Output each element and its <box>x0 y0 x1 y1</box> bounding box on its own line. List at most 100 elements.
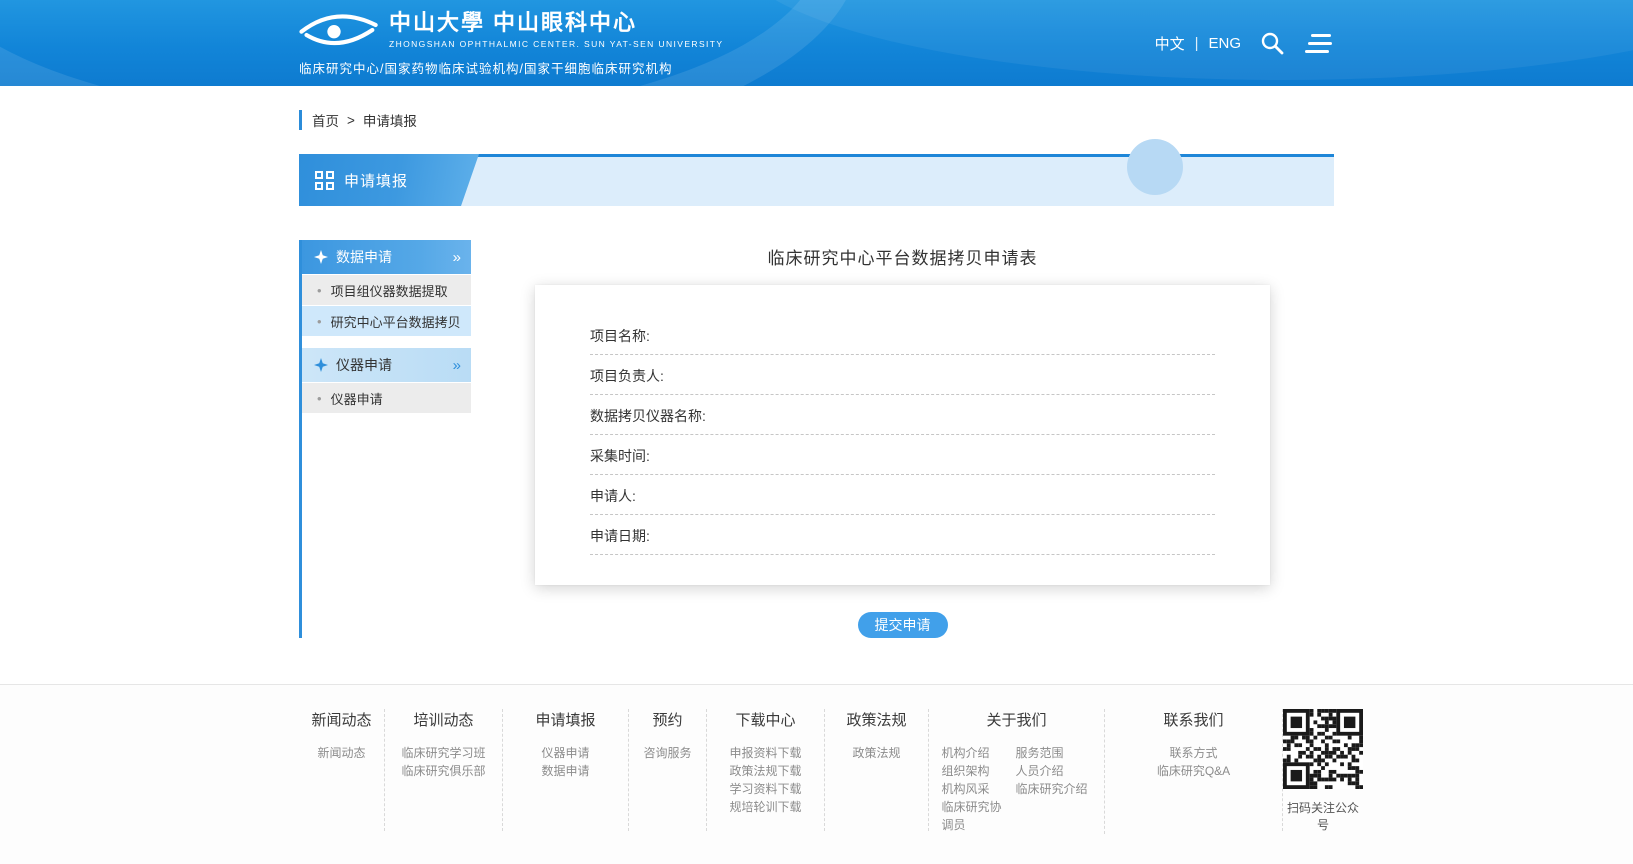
bullet-dot-icon: • <box>317 314 322 329</box>
footer-link[interactable]: 临床研究协调员 <box>942 798 1004 834</box>
footer-col-training: 培训动态 临床研究学习班 临床研究俱乐部 <box>385 709 503 831</box>
four-point-star-icon <box>314 250 328 264</box>
banner-ribbon: 申请填报 <box>299 154 479 206</box>
chevron-double-right-icon: » <box>453 358 461 373</box>
qr-caption: 扫码关注公众号 <box>1283 799 1363 833</box>
banner-circle-decoration <box>1127 139 1183 195</box>
sidebar-item-instrument-request[interactable]: • 仪器申请 <box>302 383 471 413</box>
footer-col-title: 新闻动态 <box>307 709 376 730</box>
site-header: 中山大學中山眼科中心 ZHONGSHAN OPHTHALMIC CENTER. … <box>0 0 1633 86</box>
form-field-application-date[interactable]: 申请日期: <box>590 515 1215 555</box>
header-tagline: 临床研究中心/国家药物临床试验机构/国家干细胞临床研究机构 <box>299 58 723 77</box>
breadcrumb-separator: > <box>347 113 355 128</box>
footer-link[interactable]: 临床研究Q&A <box>1113 762 1274 780</box>
footer-col-about: 关于我们 机构介绍 组织架构 机构风采 临床研究协调员 服务范围 人员介绍 临床… <box>929 709 1105 834</box>
lang-divider: | <box>1195 35 1199 52</box>
sidebar-item-platform-data-copy[interactable]: • 研究中心平台数据拷贝 <box>302 306 471 336</box>
bullet-dot-icon: • <box>317 391 322 406</box>
field-label: 申请人: <box>590 488 636 504</box>
footer-link[interactable]: 机构风采 <box>942 780 1004 798</box>
footer-link[interactable]: 临床研究介绍 <box>1016 780 1092 798</box>
footer-col-contact: 联系我们 联系方式 临床研究Q&A <box>1105 709 1283 831</box>
eye-logo-icon <box>299 9 379 51</box>
footer-col-title: 申请填报 <box>511 709 620 730</box>
footer-link[interactable]: 政策法规下载 <box>715 762 816 780</box>
form-card: 项目名称: 项目负责人: 数据拷贝仪器名称: 采集时间: 申请人: 申请日期: <box>535 285 1270 585</box>
header-actions: 中文 | ENG <box>1155 28 1334 58</box>
footer-about-links: 机构介绍 组织架构 机构风采 临床研究协调员 服务范围 人员介绍 临床研究介绍 <box>942 744 1092 834</box>
field-label: 项目负责人: <box>590 368 664 384</box>
footer-link[interactable]: 数据申请 <box>511 762 620 780</box>
lang-en-link[interactable]: ENG <box>1208 35 1241 52</box>
footer-col-title: 下载中心 <box>715 709 816 730</box>
field-label: 申请日期: <box>590 528 650 544</box>
search-icon <box>1259 30 1285 56</box>
logo-title-part1: 中山大學 <box>389 10 485 35</box>
footer-link[interactable]: 临床研究俱乐部 <box>393 762 494 780</box>
breadcrumb: 首页 > 申请填报 <box>299 110 1334 130</box>
lang-cn-link[interactable]: 中文 <box>1155 33 1185 54</box>
form-title: 临床研究中心平台数据拷贝申请表 <box>471 244 1334 269</box>
footer-link[interactable]: 组织架构 <box>942 762 1004 780</box>
sidebar-item-label: 研究中心平台数据拷贝 <box>331 312 461 331</box>
search-button[interactable] <box>1257 28 1287 58</box>
field-label: 采集时间: <box>590 448 650 464</box>
form-field-project-name[interactable]: 项目名称: <box>590 315 1215 355</box>
field-label: 项目名称: <box>590 328 650 344</box>
footer-link[interactable]: 联系方式 <box>1113 744 1274 762</box>
form-field-instrument-name[interactable]: 数据拷贝仪器名称: <box>590 395 1215 435</box>
qr-code <box>1283 709 1363 789</box>
logo-subtitle-en: ZHONGSHAN OPHTHALMIC CENTER. SUN YAT-SEN… <box>389 39 723 49</box>
site-footer: 新闻动态 新闻动态 培训动态 临床研究学习班 临床研究俱乐部 申请填报 仪器申请… <box>0 684 1633 864</box>
sidebar-group-data-request[interactable]: 数据申请 » <box>302 240 471 274</box>
footer-link[interactable]: 人员介绍 <box>1016 762 1092 780</box>
footer-link[interactable]: 临床研究学习班 <box>393 744 494 762</box>
submit-button[interactable]: 提交申请 <box>858 612 948 638</box>
grid-icon <box>315 171 334 190</box>
footer-link[interactable]: 政策法规 <box>833 744 920 762</box>
language-switcher: 中文 | ENG <box>1155 33 1241 54</box>
footer-link[interactable]: 规培轮训下载 <box>715 798 816 816</box>
sidebar-group-label: 数据申请 <box>336 247 392 267</box>
breadcrumb-current: 申请填报 <box>363 110 417 130</box>
footer-col-application: 申请填报 仪器申请 数据申请 <box>503 709 629 831</box>
footer-link[interactable]: 仪器申请 <box>511 744 620 762</box>
footer-col-booking: 预约 咨询服务 <box>629 709 707 831</box>
footer-col-download: 下载中心 申报资料下载 政策法规下载 学习资料下载 规培轮训下载 <box>707 709 825 831</box>
menu-icon <box>1305 34 1332 53</box>
footer-col-title: 预约 <box>637 709 698 730</box>
form-field-project-leader[interactable]: 项目负责人: <box>590 355 1215 395</box>
footer-col-title: 关于我们 <box>937 709 1096 730</box>
four-point-star-icon <box>314 358 328 372</box>
field-label: 数据拷贝仪器名称: <box>590 408 706 424</box>
sidebar-item-project-instrument-data[interactable]: • 项目组仪器数据提取 <box>302 275 471 305</box>
banner-title: 申请填报 <box>344 170 408 191</box>
section-banner: 申请填报 <box>299 154 1334 206</box>
breadcrumb-home-link[interactable]: 首页 <box>312 110 339 130</box>
sidebar-item-label: 仪器申请 <box>331 389 383 408</box>
sidebar-item-label: 项目组仪器数据提取 <box>331 281 448 300</box>
footer-link[interactable]: 服务范围 <box>1016 744 1092 762</box>
logo[interactable]: 中山大學中山眼科中心 ZHONGSHAN OPHTHALMIC CENTER. … <box>299 9 723 77</box>
form-field-collection-time[interactable]: 采集时间: <box>590 435 1215 475</box>
footer-link[interactable]: 机构介绍 <box>942 744 1004 762</box>
footer-link[interactable]: 学习资料下载 <box>715 780 816 798</box>
chevron-double-right-icon: » <box>453 250 461 265</box>
sidebar-group-label: 仪器申请 <box>336 355 392 375</box>
form-area: 临床研究中心平台数据拷贝申请表 项目名称: 项目负责人: 数据拷贝仪器名称: 采… <box>471 240 1334 638</box>
footer-col-policy: 政策法规 政策法规 <box>825 709 929 831</box>
footer-col-title: 培训动态 <box>393 709 494 730</box>
menu-button[interactable] <box>1303 32 1334 55</box>
footer-link[interactable]: 申报资料下载 <box>715 744 816 762</box>
footer-link[interactable]: 咨询服务 <box>637 744 698 762</box>
qr-block: 扫码关注公众号 <box>1283 709 1363 833</box>
bullet-dot-icon: • <box>317 283 322 298</box>
footer-link[interactable]: 新闻动态 <box>307 744 376 762</box>
footer-col-title: 政策法规 <box>833 709 920 730</box>
sidebar: 数据申请 » • 项目组仪器数据提取 • 研究中心平台数据拷贝 仪器申请 » • <box>299 240 471 638</box>
logo-title-cn: 中山大學中山眼科中心 <box>389 11 723 35</box>
sidebar-group-instrument-request[interactable]: 仪器申请 » <box>302 348 471 382</box>
footer-col-news: 新闻动态 新闻动态 <box>299 709 385 831</box>
form-field-applicant[interactable]: 申请人: <box>590 475 1215 515</box>
logo-title-part2: 中山眼科中心 <box>493 10 637 35</box>
